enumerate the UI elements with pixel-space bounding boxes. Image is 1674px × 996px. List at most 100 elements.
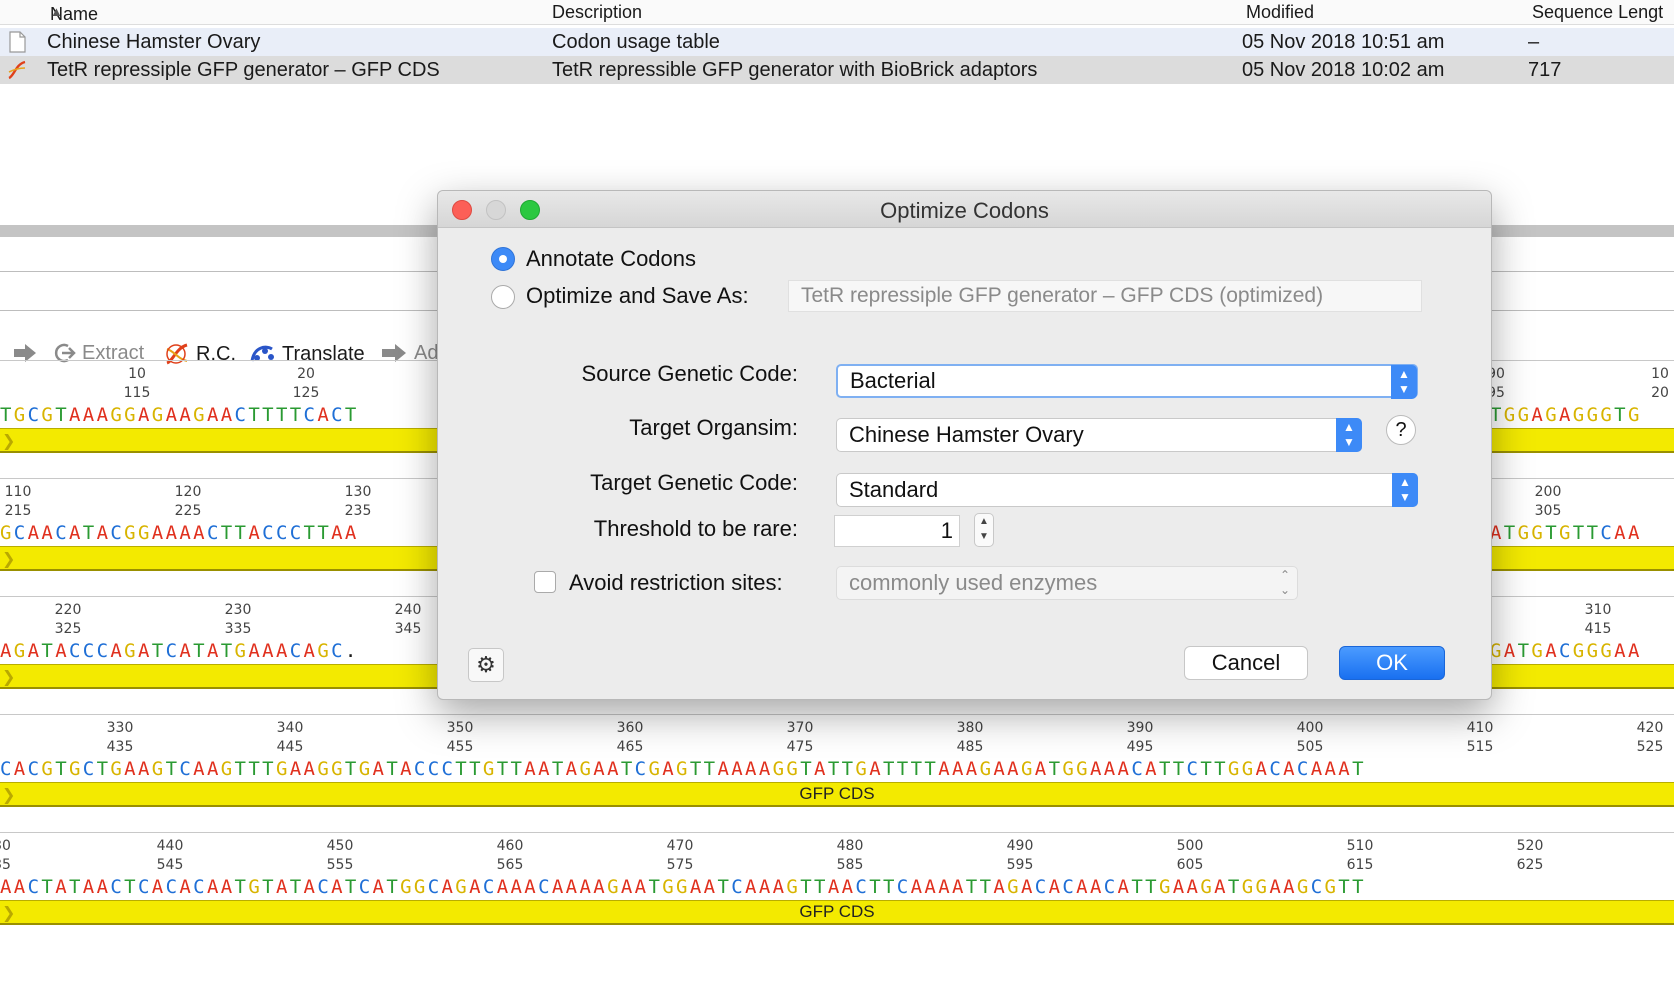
table-row[interactable]: TetR repressiple GFP generator – GFP CDS… (0, 56, 1674, 84)
ruler-tick-label: 605 (1176, 857, 1204, 873)
ruler-tick-label: 450 (326, 838, 354, 854)
dna-sequence-text[interactable]: CACGTGCTGAAGTCAAGTTTGAAGGTGATACCCTTGTTAA… (0, 758, 1366, 780)
updown-chevron-icon: ▲ ▼ (1391, 365, 1417, 399)
row-separator (0, 832, 1674, 833)
ruler-tick-label: 545 (156, 857, 184, 873)
ruler-tick-label: 440 (156, 838, 184, 854)
target-organism-select[interactable]: Chinese Hamster Ovary ▲ ▼ (836, 418, 1362, 452)
ruler-tick-label: 380 (956, 720, 984, 736)
cancel-button[interactable]: Cancel (1184, 646, 1308, 680)
avoid-restriction-sites-checkbox[interactable] (534, 571, 556, 593)
dna-sequence-text[interactable]: TGCGTAAAGGAGAAGAACTTTTCACT (0, 404, 359, 426)
source-genetic-code-value: Bacterial (850, 368, 936, 393)
annotation-direction-icon: ❯ (2, 551, 16, 568)
ruler-tick-label: 435 (106, 739, 134, 755)
ruler-tick-label: 340 (276, 720, 304, 736)
updown-chevron-icon: ⌃ ⌄ (1279, 568, 1291, 597)
row-modified: 05 Nov 2018 10:51 am (1242, 31, 1445, 53)
table-header: Name ▲ Description Modified Sequence Len… (0, 0, 1674, 25)
sort-ascending-icon: ▲ (50, 4, 63, 19)
ruler-tick-label: 240 (394, 602, 422, 618)
ruler-tick-label: 455 (446, 739, 474, 755)
ok-button[interactable]: OK (1339, 646, 1445, 680)
save-as-name-input[interactable]: TetR repressiple GFP generator – GFP CDS… (788, 280, 1422, 312)
ruler-tick-label: 310 (1584, 602, 1612, 618)
ruler-tick-label: 510 (1346, 838, 1374, 854)
target-genetic-code-select[interactable]: Standard ▲ ▼ (836, 473, 1418, 507)
optimize-codons-dialog: Optimize Codons Annotate Codons Optimize… (437, 190, 1492, 700)
threshold-rare-input[interactable]: 1 (834, 515, 960, 547)
ruler-tick-label: 515 (1466, 739, 1494, 755)
gear-icon[interactable]: ⚙ (468, 648, 504, 682)
ruler-tick-label: 490 (1006, 838, 1034, 854)
ruler-tick-label: 495 (1126, 739, 1154, 755)
annotate-codons-label[interactable]: Annotate Codons (526, 246, 696, 272)
annotation-direction-icon: ❯ (2, 787, 16, 804)
ruler-tick-label: 125 (292, 385, 320, 401)
ruler-tick-label: 215 (4, 503, 32, 519)
ruler-tick-label: 615 (1346, 857, 1374, 873)
threshold-stepper[interactable]: ▲ ▼ (974, 513, 994, 547)
sequence-row-block: 330 340 350 360 370 380 390 400 410 420 435 445 455 4… (0, 714, 1674, 824)
dna-sequence-text[interactable]: AGATACCCAGATCATATGAAACAGC. (0, 640, 359, 662)
annotation-label: GFP CDS (799, 902, 875, 921)
ruler-tick-label: 20 (1651, 385, 1669, 401)
optimize-save-label[interactable]: Optimize and Save As: (526, 283, 749, 309)
ruler-tick-label: 10 (1651, 366, 1669, 382)
target-genetic-code-label: Target Genetic Code: (590, 470, 798, 495)
ruler-tick-label: 325 (54, 621, 82, 637)
ruler-tick-label: 500 (1176, 838, 1204, 854)
restriction-enzymes-select: commonly used enzymes ⌃ ⌄ (836, 566, 1298, 600)
table-row[interactable]: Chinese Hamster Ovary Codon usage table … (0, 28, 1674, 56)
ruler-tick-label: 20 (297, 366, 315, 382)
annotation-direction-icon: ❯ (2, 905, 16, 922)
dna-sequence-text[interactable]: GCAACATACGGAAAACTTACCCTTAA (0, 522, 359, 544)
ruler-tick-label: 460 (496, 838, 524, 854)
annotation-direction-icon: ❯ (2, 669, 16, 686)
help-button[interactable]: ? (1386, 415, 1416, 445)
ruler-tick-label: 595 (1006, 857, 1034, 873)
updown-chevron-icon: ▲ ▼ (1392, 473, 1418, 507)
source-genetic-code-select[interactable]: Bacterial ▲ ▼ (836, 364, 1418, 399)
restriction-enzymes-value: commonly used enzymes (849, 570, 1098, 595)
annotation-direction-icon: ❯ (2, 433, 16, 450)
sequence-row-block: 30 440 450 460 470 480 490 500 510 520 35 545 555 565… (0, 832, 1674, 942)
annotation-bar[interactable]: ❯ GFP CDS (0, 782, 1674, 807)
ruler-tick-label: 475 (786, 739, 814, 755)
ruler-tick-label: 225 (174, 503, 202, 519)
ruler-tick-label: 565 (496, 857, 524, 873)
ruler-tick-label: 415 (1584, 621, 1612, 637)
annotation-label: GFP CDS (799, 784, 875, 803)
ruler-tick-label: 465 (616, 739, 644, 755)
ruler-tick-label: 330 (106, 720, 134, 736)
row-length: – (1528, 31, 1540, 53)
avoid-restriction-sites-label[interactable]: Avoid restriction sites: (569, 570, 783, 596)
ruler-tick-label: 505 (1296, 739, 1324, 755)
ruler-tick-label: 625 (1516, 857, 1544, 873)
ruler-tick-label: 525 (1636, 739, 1664, 755)
optimize-save-radio[interactable] (491, 285, 515, 309)
column-header-modified[interactable]: Modified (1246, 2, 1314, 23)
column-header-sequence-length[interactable]: Sequence Lengt (1532, 2, 1663, 23)
target-genetic-code-value: Standard (849, 477, 939, 502)
ruler-tick-label: 335 (224, 621, 252, 637)
ruler-tick-label: 230 (224, 602, 252, 618)
ruler-tick-label: 35 (0, 857, 11, 873)
annotation-bar[interactable]: ❯ GFP CDS (0, 900, 1674, 925)
ruler-tick-label: 305 (1534, 503, 1562, 519)
row-name: TetR repressiple GFP generator – GFP CDS (47, 59, 440, 81)
annotate-codons-radio[interactable] (491, 247, 515, 271)
row-name: Chinese Hamster Ovary (47, 31, 261, 53)
ruler-tick-label: 485 (956, 739, 984, 755)
dna-sequence-text[interactable]: ATGGTGTTCAA (1490, 522, 1642, 544)
ruler-tick-label: 420 (1636, 720, 1664, 736)
dna-sequence-text[interactable]: AACTATAACTCACACAATGTATACATCATGGCAGACAAAC… (0, 876, 1366, 898)
updown-chevron-icon: ▲ ▼ (1336, 418, 1362, 452)
dna-sequence-text[interactable]: GATGACGGGAA (1490, 640, 1642, 662)
column-header-description[interactable]: Description (552, 2, 642, 23)
ruler-tick-label: 480 (836, 838, 864, 854)
ruler-tick-label: 575 (666, 857, 694, 873)
ruler-tick-label: 520 (1516, 838, 1544, 854)
dna-sequence-text[interactable]: TGGAGAGGGTG (1490, 404, 1642, 426)
row-length: 717 (1528, 59, 1562, 81)
